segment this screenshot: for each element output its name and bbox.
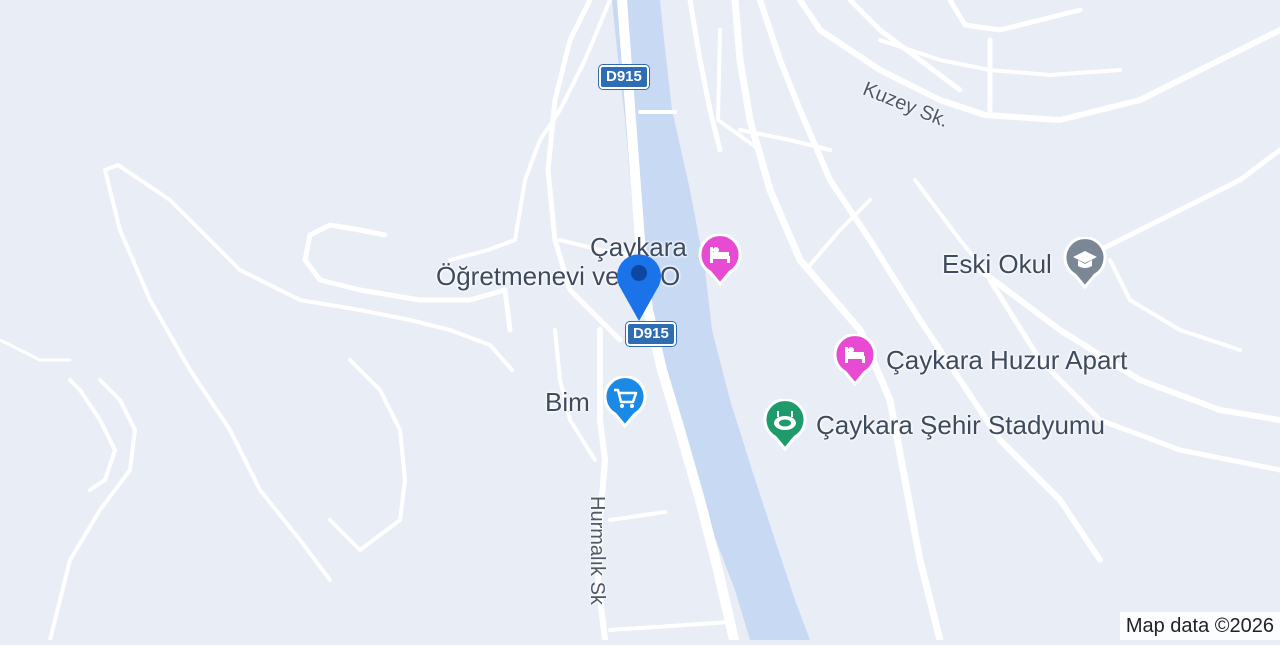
poi-pin-bim[interactable] [603, 375, 647, 429]
map-canvas[interactable]: D915 D915 Kuzey Sk. Hurmalık Sk Çaykara … [0, 0, 1280, 645]
map-attribution: Map data ©2026 [1119, 612, 1280, 640]
poi-pin-ogretmenevi[interactable] [698, 233, 742, 287]
stadium-icon [763, 398, 807, 452]
poi-pin-stadium[interactable] [763, 398, 807, 452]
bed-icon [833, 333, 877, 387]
street-label-hurmalik: Hurmalık Sk [586, 496, 608, 605]
poi-label-eski-okul[interactable]: Eski Okul [942, 249, 1052, 280]
poi-label-huzur-apart[interactable]: Çaykara Huzur Apart [886, 345, 1127, 376]
bed-icon [698, 233, 742, 287]
shopping-cart-icon [603, 375, 647, 429]
poi-label-bim[interactable]: Bim [545, 387, 590, 418]
route-shield-d915-center: D915 [626, 322, 676, 346]
poi-pin-eski-okul[interactable] [1063, 236, 1107, 290]
route-shield-d915-north: D915 [599, 65, 649, 89]
poi-pin-huzur-apart[interactable] [833, 333, 877, 387]
graduation-cap-icon [1063, 236, 1107, 290]
location-marker[interactable] [611, 245, 667, 325]
location-pin-icon [617, 254, 661, 321]
poi-label-stadium[interactable]: Çaykara Şehir Stadyumu [816, 410, 1105, 441]
